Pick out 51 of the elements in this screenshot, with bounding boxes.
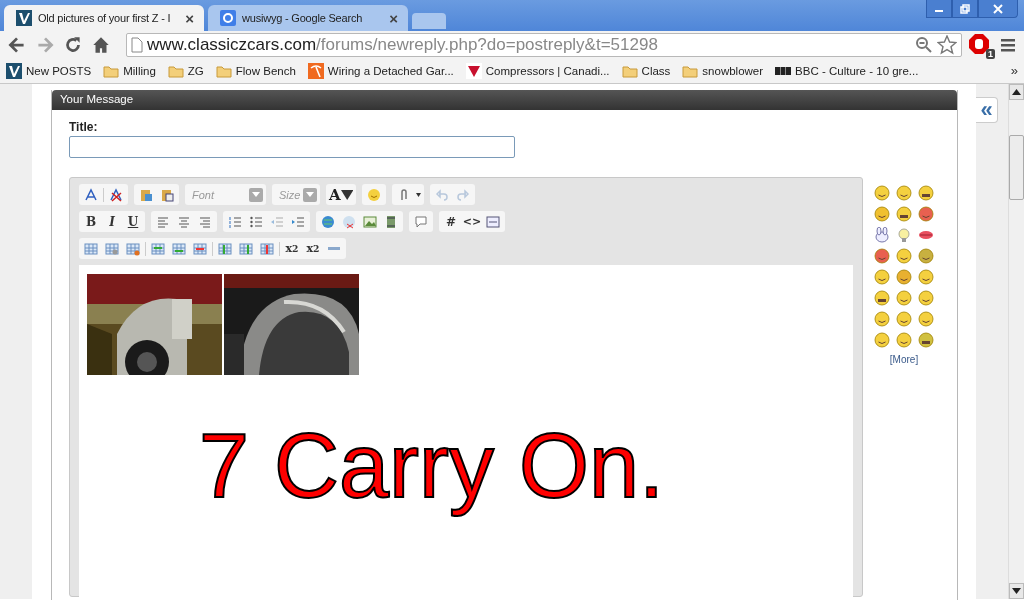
close-button[interactable]: × bbox=[185, 9, 194, 27]
pickaxe-icon bbox=[307, 62, 324, 79]
caret-icon bbox=[340, 187, 353, 202]
bookmark[interactable]: ZG bbox=[167, 62, 204, 79]
star-icon[interactable] bbox=[937, 34, 957, 55]
maple-leaf-icon bbox=[465, 62, 482, 79]
url-text: www.classiczcars.com/forums/newreply.php?do=postreply&t=51298 bbox=[147, 34, 659, 55]
bookmark[interactable]: Milling bbox=[103, 62, 156, 79]
stop-sign-icon[interactable] bbox=[968, 32, 990, 55]
bold-button[interactable]: B bbox=[82, 212, 100, 231]
close-window-button[interactable] bbox=[978, 0, 1018, 18]
collapse-button[interactable]: « bbox=[976, 97, 998, 123]
code-button[interactable]: <> bbox=[463, 212, 481, 231]
panel-header: Your Message bbox=[52, 90, 957, 110]
tab-title: Old pictures of your first Z - I bbox=[38, 12, 172, 24]
tab-title: wusiwyg - Google Search bbox=[242, 12, 364, 24]
bookmark[interactable]: Flow Bench bbox=[215, 62, 296, 79]
bookmark[interactable]: New POSTS bbox=[6, 62, 92, 79]
address-bar[interactable]: www.classiczcars.com/forums/newreply.php?do=postreply&t=51298 bbox=[126, 32, 962, 57]
count-badge: 1 bbox=[986, 48, 995, 59]
caret-icon bbox=[306, 192, 314, 197]
bookmark[interactable]: Wiring a Detached Gar... bbox=[307, 62, 454, 79]
bookmark[interactable]: Class bbox=[621, 62, 671, 79]
browser-tab[interactable]: wusiwyg - Google Search × bbox=[208, 5, 408, 31]
restore-icon[interactable] bbox=[960, 3, 970, 14]
page-icon bbox=[131, 36, 143, 53]
more-bookmarks-button[interactable]: » bbox=[1010, 63, 1018, 78]
bookmark[interactable]: BBC - Culture - 10 gre... bbox=[775, 62, 919, 79]
browser-tab[interactable]: Old pictures of your first Z - I × bbox=[4, 5, 204, 31]
title-label: Title: bbox=[69, 120, 99, 134]
title-field[interactable] bbox=[69, 136, 515, 158]
large-text: 7 Carry On. bbox=[199, 415, 665, 518]
caret-icon bbox=[252, 192, 260, 197]
editor-area[interactable]: 7 Carry On. bbox=[79, 265, 853, 600]
italic-button[interactable]: I bbox=[103, 212, 121, 231]
underline-button[interactable]: U bbox=[124, 212, 142, 231]
close-button[interactable]: × bbox=[389, 9, 398, 27]
more-smilies-link[interactable]: [More] bbox=[889, 354, 919, 365]
site-logo-icon bbox=[6, 62, 22, 79]
restore-button[interactable] bbox=[952, 0, 978, 18]
hash-button[interactable]: # bbox=[442, 212, 460, 231]
minimize-button[interactable] bbox=[926, 0, 952, 18]
zoom-out-icon[interactable] bbox=[915, 35, 933, 54]
close-icon[interactable] bbox=[993, 3, 1003, 14]
scroll-thumb[interactable] bbox=[1009, 135, 1024, 200]
bookmark[interactable]: snowblower bbox=[682, 62, 764, 79]
caret-icon bbox=[416, 192, 421, 197]
search-site-icon bbox=[220, 10, 236, 26]
scrollbar[interactable] bbox=[1008, 84, 1024, 599]
bookmark[interactable]: Compressors | Canadi... bbox=[465, 62, 610, 79]
site-logo-icon bbox=[16, 10, 32, 26]
